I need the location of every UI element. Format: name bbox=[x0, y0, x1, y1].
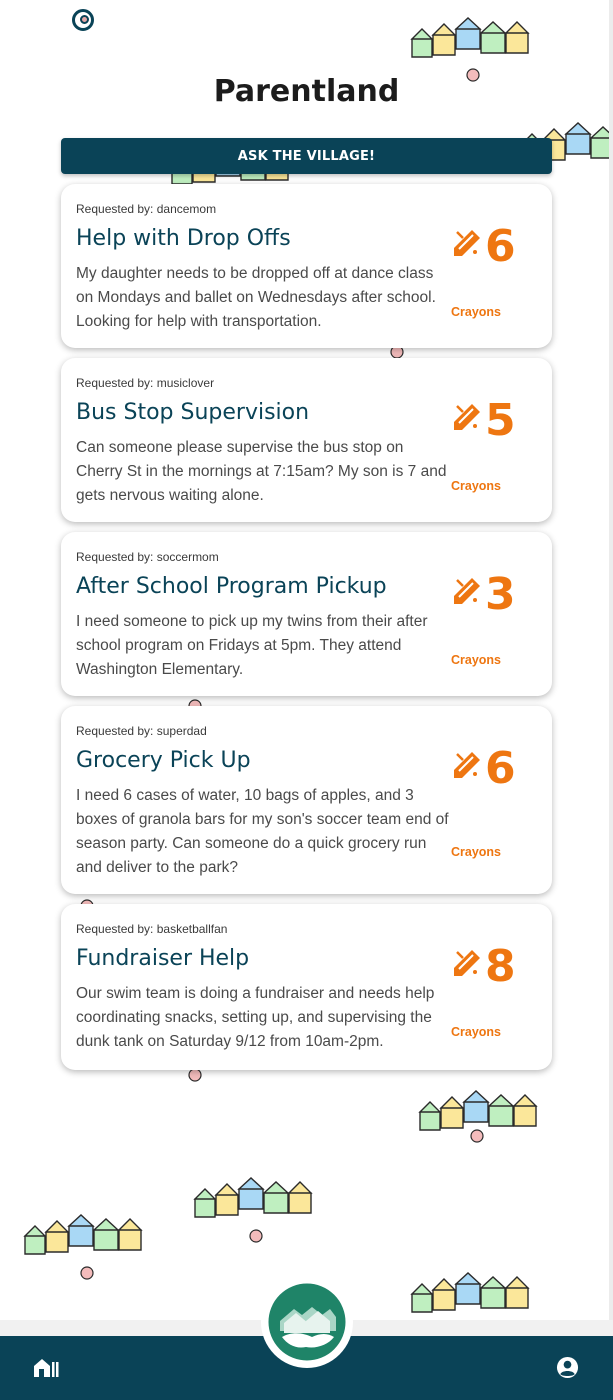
request-title: Grocery Pick Up bbox=[76, 748, 251, 773]
profile-icon[interactable] bbox=[556, 1356, 579, 1379]
crayon-count: 5 bbox=[485, 395, 516, 446]
requester-label: Requested by: superdad bbox=[76, 724, 207, 738]
request-description: Our swim team is doing a fundraiser and … bbox=[76, 985, 435, 1050]
request-card[interactable]: Requested by: soccermom After School Pro… bbox=[61, 532, 552, 696]
request-card[interactable]: Requested by: musiclover Bus Stop Superv… bbox=[61, 358, 552, 522]
crayon-count: 8 bbox=[485, 941, 516, 992]
request-title: After School Program Pickup bbox=[76, 574, 387, 599]
requester-label: Requested by: basketballfan bbox=[76, 922, 228, 936]
requester-label: Requested by: musiclover bbox=[76, 376, 215, 390]
crayons-label: Crayons bbox=[450, 305, 502, 319]
request-description: Can someone please supervise the bus sto… bbox=[76, 439, 447, 504]
request-card[interactable]: Requested by: superdad Grocery Pick Up I… bbox=[61, 706, 552, 894]
requester-label: Requested by: dancemom bbox=[76, 202, 217, 216]
pencil-icon bbox=[454, 752, 480, 778]
request-card[interactable]: Requested by: basketballfan Fundraiser H… bbox=[61, 904, 552, 1070]
request-description: I need someone to pick up my twins from … bbox=[76, 613, 428, 678]
crayon-count: 6 bbox=[485, 221, 516, 272]
requester-label: Requested by: soccermom bbox=[76, 550, 219, 564]
crayons-label: Crayons bbox=[450, 479, 502, 493]
pencil-icon bbox=[454, 404, 480, 430]
account-circle-icon[interactable] bbox=[72, 9, 94, 31]
page-title: Parentland bbox=[213, 74, 400, 109]
crayon-count: 3 bbox=[485, 569, 516, 620]
request-title: Fundraiser Help bbox=[76, 946, 250, 971]
request-title: Bus Stop Supervision bbox=[76, 400, 310, 425]
ask-the-village-button[interactable]: ASK THE VILLAGE! bbox=[61, 138, 552, 174]
pencil-icon bbox=[454, 230, 480, 256]
request-description: I need 6 cases of water, 10 bags of appl… bbox=[76, 787, 449, 876]
pencil-icon bbox=[454, 950, 480, 976]
crayons-label: Crayons bbox=[450, 845, 502, 859]
village-logo[interactable] bbox=[261, 1276, 353, 1368]
pencil-icon bbox=[454, 578, 480, 604]
scroll-edge bbox=[609, 0, 613, 1320]
home-icon[interactable] bbox=[33, 1356, 59, 1378]
logo-mark bbox=[265, 1280, 349, 1364]
request-description: My daughter needs to be dropped off at d… bbox=[76, 265, 436, 330]
request-title: Help with Drop Offs bbox=[76, 226, 291, 251]
crayons-label: Crayons bbox=[450, 1025, 502, 1039]
request-card[interactable]: Requested by: dancemom Help with Drop Of… bbox=[61, 184, 552, 348]
crayon-count: 6 bbox=[485, 743, 516, 794]
crayons-label: Crayons bbox=[450, 653, 502, 667]
